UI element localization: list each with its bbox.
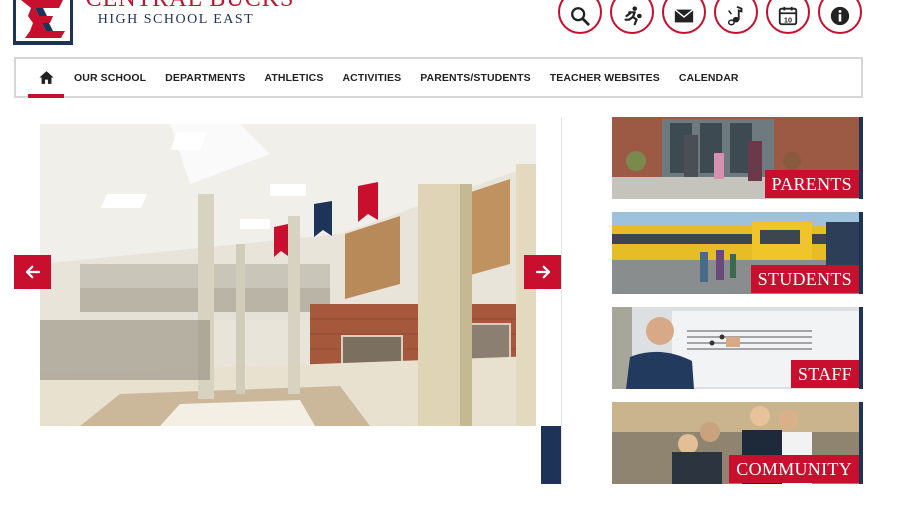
- slideshow-divider: [561, 117, 562, 484]
- nav-item-teacher-websites[interactable]: TEACHER WEBSITES: [550, 72, 660, 84]
- slideshow-next-button[interactable]: [524, 255, 561, 289]
- hero-slideshow[interactable]: [40, 124, 536, 426]
- nav-home-button[interactable]: [28, 59, 64, 98]
- athletics-button[interactable]: [610, 0, 654, 34]
- nav-item-activities[interactable]: ACTIVITIES: [342, 72, 401, 84]
- tile-parents-label: PARENTS: [764, 170, 859, 198]
- tile-edge: [859, 307, 863, 389]
- nav-item-departments[interactable]: DEPARTMENTS: [165, 72, 245, 84]
- school-logo[interactable]: [13, 0, 73, 45]
- nav-item-calendar[interactable]: CALENDAR: [679, 72, 739, 84]
- tile-edge: [859, 402, 863, 484]
- tile-community[interactable]: COMMUNITY: [612, 402, 863, 484]
- nav-item-athletics[interactable]: ATHLETICS: [264, 72, 323, 84]
- calendar-day-text: 10: [784, 15, 792, 24]
- tile-students-label: STUDENTS: [750, 265, 859, 293]
- info-button[interactable]: [818, 0, 862, 34]
- calendar-button[interactable]: 10: [766, 0, 810, 34]
- mail-icon: [674, 9, 694, 23]
- tile-staff[interactable]: STAFF: [612, 307, 863, 389]
- cb-east-logo-icon: [13, 0, 73, 45]
- email-button[interactable]: [662, 0, 706, 34]
- arrow-right-icon: [535, 265, 550, 279]
- calendar-10-icon: 10: [778, 6, 798, 26]
- music-button[interactable]: [714, 0, 758, 34]
- school-subtitle: HIGH SCHOOL EAST: [97, 12, 255, 27]
- tile-edge: [859, 117, 863, 199]
- arrow-left-icon: [25, 265, 40, 279]
- info-icon: [830, 6, 850, 26]
- quick-links: 10: [558, 0, 862, 34]
- slideshow-prev-button[interactable]: [14, 255, 51, 289]
- search-icon: [571, 7, 590, 26]
- atrium-photo: [40, 124, 536, 426]
- tile-staff-label: STAFF: [790, 360, 859, 388]
- main-navigation: OUR SCHOOL DEPARTMENTS ATHLETICS ACTIVIT…: [14, 57, 863, 98]
- tile-parents[interactable]: PARENTS: [612, 117, 863, 199]
- music-notes-icon: [727, 5, 743, 26]
- tile-edge: [859, 212, 863, 294]
- nav-item-our-school[interactable]: OUR SCHOOL: [74, 72, 146, 84]
- search-button[interactable]: [558, 0, 602, 34]
- home-icon: [38, 71, 54, 84]
- slideshow-accent-block: [541, 426, 561, 484]
- nav-item-parents-students[interactable]: PARENTS/STUDENTS: [420, 72, 531, 84]
- athletics-runner-icon: [624, 6, 642, 26]
- tile-community-label: COMMUNITY: [729, 455, 859, 483]
- tile-students[interactable]: STUDENTS: [612, 212, 863, 294]
